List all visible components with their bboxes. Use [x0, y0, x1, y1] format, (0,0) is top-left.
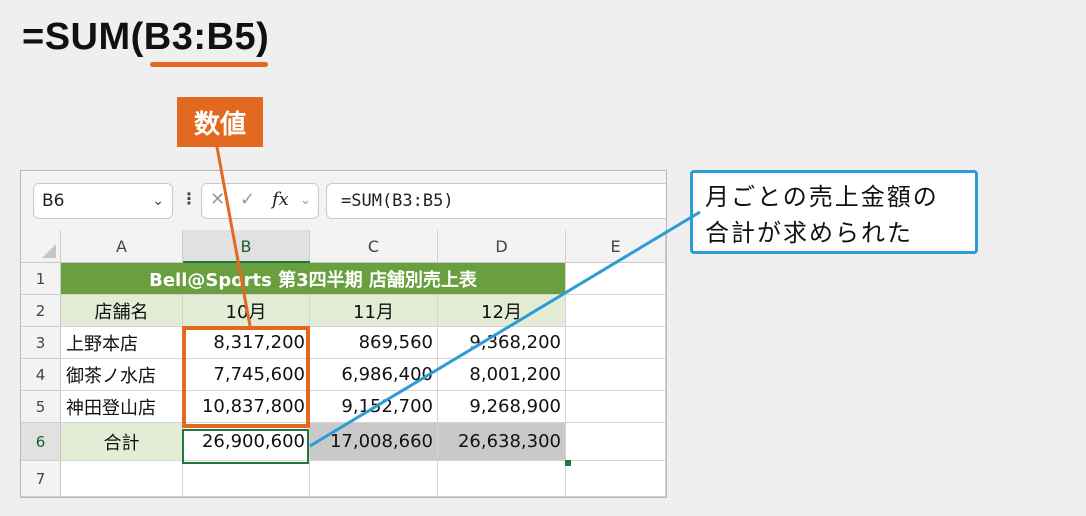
result-callout-connector	[309, 210, 701, 448]
value-callout-connector	[215, 146, 252, 327]
connector-lines	[215, 146, 701, 448]
